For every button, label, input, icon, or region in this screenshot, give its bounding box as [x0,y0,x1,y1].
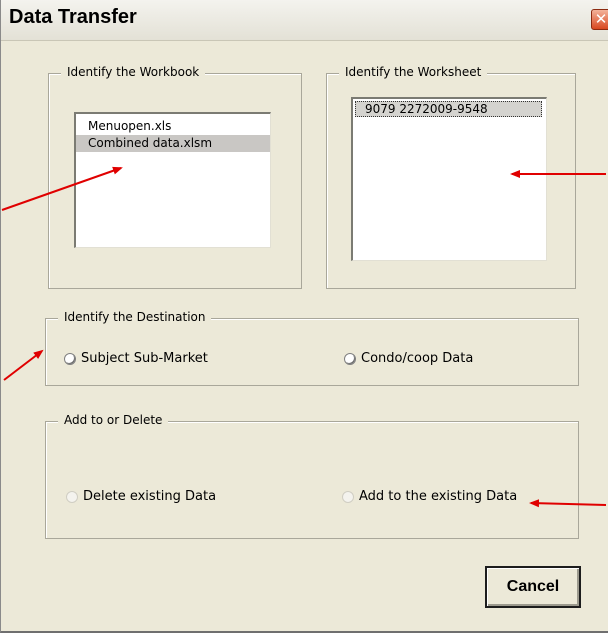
list-item-selected[interactable]: 9079 2272009-9548 [355,101,542,117]
destination-group: Identify the Destination Subject Sub-Mar… [45,310,579,386]
radio-button[interactable] [66,490,78,503]
radio-label: Add to the existing Data [359,489,518,504]
delete-existing-option[interactable]: Delete existing Data [66,489,216,504]
destination-group-legend: Identify the Destination [58,310,212,324]
radio-button[interactable] [64,352,76,365]
worksheet-group-legend: Identify the Worksheet [339,65,488,79]
window-title: Data Transfer [9,6,137,28]
action-group: Add to or Delete Delete existing Data Ad… [45,413,579,539]
data-transfer-dialog: Data Transfer ✕ Identify the Workbook Me… [0,0,608,633]
list-item[interactable]: Menuopen.xls [76,118,270,135]
add-existing-option[interactable]: Add to the existing Data [342,489,517,504]
cancel-button[interactable]: Cancel [485,566,581,608]
radio-label: Condo/coop Data [361,351,474,366]
workbook-group: Identify the Workbook Menuopen.xls Combi… [48,65,302,289]
radio-label: Delete existing Data [83,489,217,504]
list-item-selected[interactable]: Combined data.xlsm [76,135,270,152]
close-icon[interactable]: ✕ [591,9,608,30]
workbook-group-legend: Identify the Workbook [61,65,206,79]
radio-label: Subject Sub-Market [81,351,208,366]
subject-sub-market-option[interactable]: Subject Sub-Market [64,351,208,366]
radio-button[interactable] [342,490,354,503]
radio-button[interactable] [344,352,356,365]
title-bar[interactable]: Data Transfer ✕ [1,0,608,41]
action-group-legend: Add to or Delete [58,413,169,427]
worksheet-listbox[interactable]: 9079 2272009-9548 [351,97,547,261]
condo-coop-option[interactable]: Condo/coop Data [344,351,473,366]
workbook-listbox[interactable]: Menuopen.xls Combined data.xlsm [74,112,271,248]
worksheet-group: Identify the Worksheet 9079 2272009-9548 [326,65,576,289]
